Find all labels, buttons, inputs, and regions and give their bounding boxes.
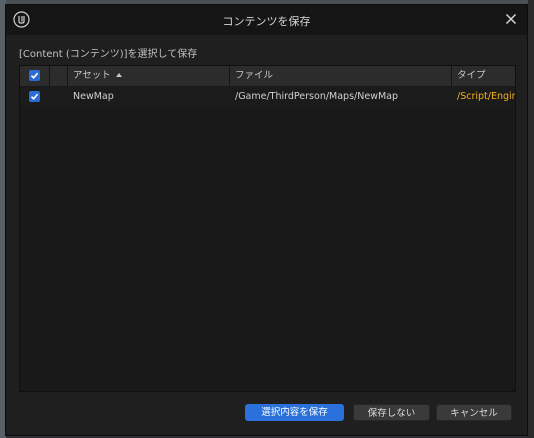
save-content-dialog: コンテンツを保存 [Content (コンテンツ)]を選択して保存 アセット フ… [5, 4, 528, 436]
column-header-drag [50, 66, 68, 86]
column-header-type[interactable]: タイプ [452, 66, 517, 86]
column-header-file[interactable]: ファイル [230, 66, 452, 86]
row-file-path: /Game/ThirdPerson/Maps/NewMap [235, 91, 399, 102]
close-icon[interactable] [503, 11, 519, 27]
background-right-panel [528, 0, 534, 438]
row-checkbox[interactable] [29, 91, 40, 102]
table-row[interactable]: NewMap /Game/ThirdPerson/Maps/NewMap /Sc… [20, 87, 515, 107]
select-all-checkbox[interactable] [29, 70, 40, 81]
row-asset-type: /Script/Engine.World [457, 91, 515, 102]
asset-list-table: アセット ファイル タイプ NewMap /Game/ThirdPerson/M… [19, 65, 516, 392]
dialog-titlebar: コンテンツを保存 [6, 5, 527, 35]
row-asset-name: NewMap [73, 91, 114, 102]
column-header-asset[interactable]: アセット [68, 66, 230, 86]
column-header-asset-label: アセット [73, 70, 111, 81]
checkmark-icon [30, 72, 39, 79]
sort-ascending-icon [115, 73, 122, 77]
dont-save-button[interactable]: 保存しない [353, 404, 430, 421]
dialog-subtitle: [Content (コンテンツ)]を選択して保存 [19, 49, 198, 60]
column-header-select-all [20, 66, 50, 86]
cancel-button[interactable]: キャンセル [436, 404, 512, 421]
save-selected-button[interactable]: 選択内容を保存 [245, 404, 344, 421]
checkmark-icon [30, 93, 39, 100]
dialog-title: コンテンツを保存 [222, 15, 311, 28]
table-header: アセット ファイル タイプ [20, 66, 515, 86]
